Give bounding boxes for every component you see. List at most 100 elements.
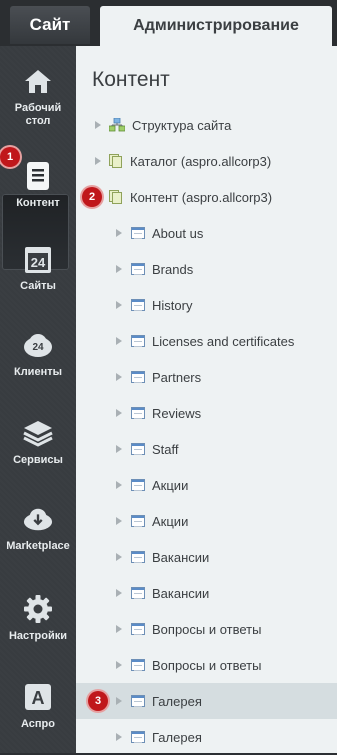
step-badge-3: 3 bbox=[88, 691, 108, 711]
tree-item[interactable]: Акции bbox=[76, 467, 337, 503]
expand-arrow-icon[interactable] bbox=[116, 265, 122, 273]
tree-item-label: Licenses and certificates bbox=[152, 333, 295, 349]
tree-item-label: Структура сайта bbox=[132, 117, 232, 133]
tree-item[interactable]: Каталог (aspro.allcorp3) bbox=[76, 143, 337, 179]
page-title: Контент bbox=[92, 68, 170, 91]
expand-arrow-icon[interactable] bbox=[116, 301, 122, 309]
document-icon bbox=[23, 161, 53, 191]
tree-item-selected[interactable]: Галерея bbox=[76, 683, 337, 719]
page-icon bbox=[131, 551, 145, 563]
tree-item-label: Partners bbox=[152, 369, 202, 385]
expand-arrow-icon[interactable] bbox=[116, 697, 122, 705]
svg-text:24: 24 bbox=[32, 342, 44, 353]
page-icon bbox=[131, 479, 145, 491]
expand-arrow-icon[interactable] bbox=[116, 589, 122, 597]
step-badge-1: 1 bbox=[0, 147, 20, 167]
page-icon bbox=[131, 659, 145, 671]
expand-arrow-icon[interactable] bbox=[116, 517, 122, 525]
tree-item-label: Галерея bbox=[152, 729, 202, 745]
iblock-icon bbox=[109, 190, 123, 204]
tab-site[interactable]: Сайт bbox=[10, 6, 90, 44]
tree-item[interactable]: Partners bbox=[76, 359, 337, 395]
page-icon bbox=[131, 623, 145, 635]
tree-item[interactable]: Вопросы и ответы bbox=[76, 611, 337, 647]
tree-item-label: Галерея bbox=[152, 693, 202, 709]
top-bar: Сайт Администрирование bbox=[0, 0, 337, 46]
expand-arrow-icon[interactable] bbox=[116, 445, 122, 453]
tree-item-label: About us bbox=[152, 225, 204, 241]
svg-text:24: 24 bbox=[31, 255, 46, 270]
tree-item[interactable]: Галерея bbox=[76, 719, 337, 755]
calendar-24-icon: 24 bbox=[23, 244, 53, 274]
home-icon bbox=[23, 66, 53, 96]
sidebar-item-label: Клиенты bbox=[13, 366, 62, 378]
svg-text:A: A bbox=[32, 688, 45, 708]
tree-item[interactable]: Licenses and certificates bbox=[76, 323, 337, 359]
tree-item[interactable]: Reviews bbox=[76, 395, 337, 431]
expand-arrow-icon[interactable] bbox=[116, 661, 122, 669]
step-badge-2: 2 bbox=[82, 187, 102, 207]
tree-item-label: Brands bbox=[152, 261, 194, 277]
tree-item[interactable]: Акции bbox=[76, 503, 337, 539]
page-icon bbox=[131, 695, 145, 707]
page-icon bbox=[131, 731, 145, 743]
tree-item[interactable]: Контент (aspro.allcorp3) bbox=[76, 179, 337, 215]
tree-item-label: Вакансии bbox=[152, 585, 210, 601]
cloud-download-icon bbox=[23, 504, 53, 534]
sidebar-item-sites[interactable]: 24 Сайты bbox=[0, 244, 76, 293]
expand-arrow-icon[interactable] bbox=[95, 157, 101, 165]
sidebar-item-label: Сервисы bbox=[13, 454, 63, 466]
tab-administration[interactable]: Администрирование bbox=[100, 6, 332, 46]
page-icon bbox=[131, 335, 145, 347]
expand-arrow-icon[interactable] bbox=[116, 553, 122, 561]
tree-item-label: Вопросы и ответы bbox=[152, 657, 262, 673]
expand-arrow-icon[interactable] bbox=[116, 373, 122, 381]
sidebar-item-label: Контент bbox=[16, 197, 60, 209]
tree-item[interactable]: History bbox=[76, 287, 337, 323]
iblock-icon bbox=[109, 154, 123, 168]
page-icon bbox=[131, 299, 145, 311]
page-icon bbox=[131, 515, 145, 527]
tree-item-label: Контент (aspro.allcorp3) bbox=[130, 189, 273, 205]
tree-item[interactable]: Вакансии bbox=[76, 539, 337, 575]
tree-item[interactable]: Вопросы и ответы bbox=[76, 647, 337, 683]
expand-arrow-icon[interactable] bbox=[95, 121, 101, 129]
tree-item-label: Вакансии bbox=[152, 549, 210, 565]
expand-arrow-icon[interactable] bbox=[116, 625, 122, 633]
tree-item[interactable]: Вакансии bbox=[76, 575, 337, 611]
gear-icon bbox=[23, 594, 53, 624]
tree-item-label: Акции bbox=[152, 513, 189, 529]
sidebar-item-label: Marketplace bbox=[6, 540, 70, 552]
tree-item-label: Вопросы и ответы bbox=[152, 621, 262, 637]
expand-arrow-icon[interactable] bbox=[116, 229, 122, 237]
sidebar-item-marketplace[interactable]: Marketplace bbox=[0, 504, 76, 553]
tree-item[interactable]: About us bbox=[76, 215, 337, 251]
tree-item-label: Staff bbox=[152, 441, 179, 457]
layers-icon bbox=[23, 418, 53, 448]
expand-arrow-icon[interactable] bbox=[116, 409, 122, 417]
page-icon bbox=[131, 371, 145, 383]
sidebar-item-clients[interactable]: 24 Клиенты bbox=[0, 330, 76, 379]
page-icon bbox=[131, 443, 145, 455]
tree-item-label: Reviews bbox=[152, 405, 202, 421]
sidebar-item-aspro[interactable]: A Аспро bbox=[0, 682, 76, 731]
expand-arrow-icon[interactable] bbox=[116, 481, 122, 489]
page-icon bbox=[131, 227, 145, 239]
content-panel: Контент Структура сайта Каталог (aspro.a… bbox=[76, 46, 337, 753]
sidebar-item-services[interactable]: Сервисы bbox=[0, 418, 76, 467]
tree-item-label: Акции bbox=[152, 477, 189, 493]
tree-item[interactable]: Brands bbox=[76, 251, 337, 287]
expand-arrow-icon[interactable] bbox=[116, 337, 122, 345]
sidebar-item-settings[interactable]: Настройки bbox=[0, 594, 76, 643]
sidebar-item-label: Настройки bbox=[8, 630, 68, 642]
sidebar-item-desktop[interactable]: Рабочий стол bbox=[0, 66, 76, 128]
tree-item-label: History bbox=[152, 297, 193, 313]
tree-item-label: Каталог (aspro.allcorp3) bbox=[130, 153, 272, 169]
tree-item[interactable]: Staff bbox=[76, 431, 337, 467]
sidebar-item-content[interactable]: Контент bbox=[0, 161, 76, 210]
expand-arrow-icon[interactable] bbox=[116, 733, 122, 741]
page-icon bbox=[131, 407, 145, 419]
tree-item[interactable]: Структура сайта bbox=[76, 107, 337, 143]
sidebar-item-label: Сайты bbox=[20, 280, 56, 292]
page-icon bbox=[131, 263, 145, 275]
